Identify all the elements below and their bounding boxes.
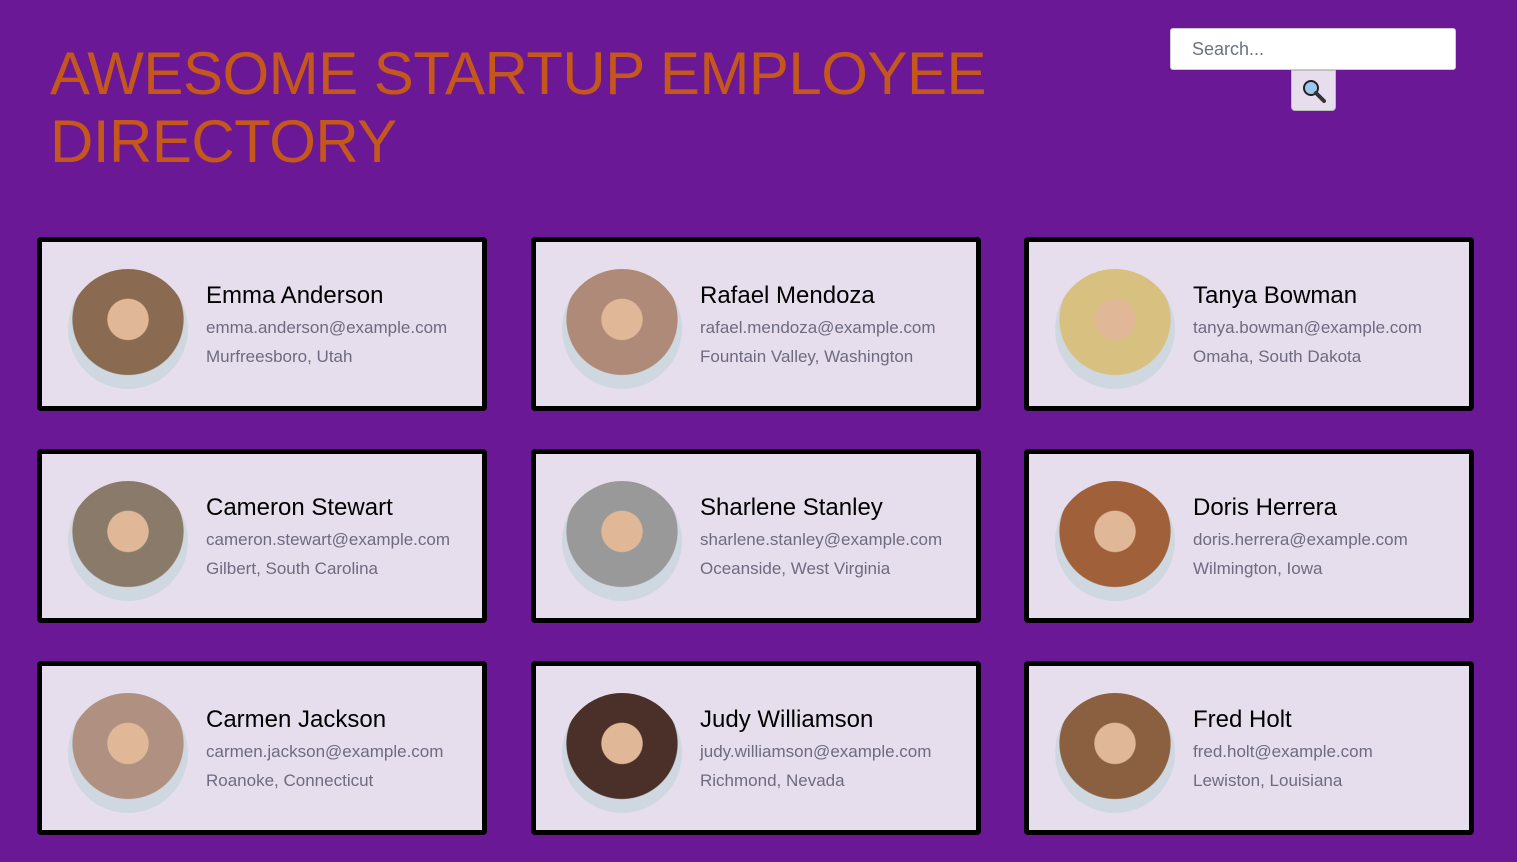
employee-email: tanya.bowman@example.com xyxy=(1193,318,1422,337)
employee-name: Carmen Jackson xyxy=(206,706,387,733)
avatar xyxy=(1055,693,1175,813)
employee-card[interactable]: Cameron Stewart cameron.stewart@example.… xyxy=(37,449,487,623)
employee-name: Judy Williamson xyxy=(700,706,874,733)
employee-location: Roanoke, Connecticut xyxy=(206,771,374,790)
employee-location: Oceanside, West Virginia xyxy=(700,559,891,578)
employee-email: sharlene.stanley@example.com xyxy=(700,530,943,549)
employee-card[interactable]: Doris Herrera doris.herrera@example.com … xyxy=(1024,449,1474,623)
search-button[interactable] xyxy=(1291,70,1336,111)
employee-email: fred.holt@example.com xyxy=(1193,742,1373,761)
employee-location: Fountain Valley, Washington xyxy=(700,347,914,366)
employee-email: carmen.jackson@example.com xyxy=(206,742,444,761)
avatar xyxy=(1055,269,1175,389)
employee-card[interactable]: Fred Holt fred.holt@example.com Lewiston… xyxy=(1024,661,1474,835)
search-input[interactable] xyxy=(1170,28,1456,70)
employee-email: cameron.stewart@example.com xyxy=(206,530,451,549)
employee-email: doris.herrera@example.com xyxy=(1193,530,1408,549)
employee-email: judy.williamson@example.com xyxy=(700,742,932,761)
employee-card[interactable]: Rafael Mendoza rafael.mendoza@example.co… xyxy=(531,237,981,411)
avatar xyxy=(562,481,682,601)
employee-card[interactable]: Carmen Jackson carmen.jackson@example.co… xyxy=(37,661,487,835)
employee-card[interactable]: Tanya Bowman tanya.bowman@example.com Om… xyxy=(1024,237,1474,411)
avatar xyxy=(562,269,682,389)
employee-name: Doris Herrera xyxy=(1193,494,1338,521)
employee-location: Lewiston, Louisiana xyxy=(1193,771,1343,790)
page-title: AWESOME STARTUP EMPLOYEE DIRECTORY xyxy=(50,40,987,175)
employee-name: Tanya Bowman xyxy=(1193,282,1358,309)
avatar xyxy=(1055,481,1175,601)
employee-email: emma.anderson@example.com xyxy=(206,318,448,337)
employee-name: Cameron Stewart xyxy=(206,494,393,521)
employee-location: Gilbert, South Carolina xyxy=(206,559,378,578)
employee-location: Richmond, Nevada xyxy=(700,771,845,790)
employee-email: rafael.mendoza@example.com xyxy=(700,318,936,337)
employee-name: Sharlene Stanley xyxy=(700,494,883,521)
employee-card[interactable]: Judy Williamson judy.williamson@example.… xyxy=(531,661,981,835)
employee-card[interactable]: Emma Anderson emma.anderson@example.com … xyxy=(37,237,487,411)
employee-card[interactable]: Sharlene Stanley sharlene.stanley@exampl… xyxy=(531,449,981,623)
avatar xyxy=(68,693,188,813)
employee-name: Rafael Mendoza xyxy=(700,282,875,309)
magnifying-glass-icon xyxy=(1302,79,1326,103)
employee-name: Emma Anderson xyxy=(206,282,384,309)
avatar xyxy=(68,269,188,389)
employee-location: Omaha, South Dakota xyxy=(1193,347,1362,366)
employee-location: Wilmington, Iowa xyxy=(1193,559,1323,578)
employee-name: Fred Holt xyxy=(1193,706,1292,733)
employee-location: Murfreesboro, Utah xyxy=(206,347,353,366)
avatar xyxy=(562,693,682,813)
avatar xyxy=(68,481,188,601)
